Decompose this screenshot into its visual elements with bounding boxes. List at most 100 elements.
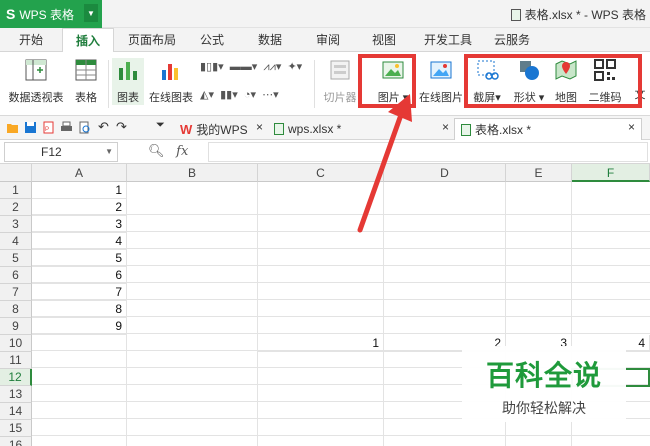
- doc-tab-wps-xlsx[interactable]: wps.xlsx *: [268, 118, 347, 140]
- table-label: 表格: [75, 92, 97, 104]
- pivot-table-label: 数据透视表: [8, 92, 64, 104]
- name-box[interactable]: F12 ▼: [4, 142, 118, 162]
- row-header[interactable]: 13: [0, 386, 32, 403]
- table-icon: [75, 59, 97, 81]
- cell-a6[interactable]: 6: [32, 267, 127, 284]
- doc-tab-my-wps[interactable]: W 我的WPS: [174, 118, 254, 140]
- tab-insert[interactable]: 插入: [62, 28, 114, 53]
- ribbon-separator: [314, 60, 315, 108]
- gridline: [126, 182, 127, 446]
- online-chart-button[interactable]: 在线图表: [148, 58, 194, 105]
- open-folder-icon[interactable]: [6, 121, 19, 134]
- insert-tools-highlight-box: [464, 54, 642, 108]
- row-header[interactable]: 14: [0, 403, 32, 420]
- close-tab-icon[interactable]: ×: [628, 120, 635, 134]
- customize-toolbar-icon[interactable]: ⏷: [156, 119, 169, 132]
- chart-types-row-1[interactable]: ▮▯▮▾ ▬▬▾ ⩘⩘▾ ✦▾: [200, 60, 302, 74]
- gridline: [257, 182, 258, 446]
- cell-a8[interactable]: 8: [32, 301, 127, 318]
- app-name-label: WPS 表格: [19, 7, 75, 22]
- title-bar: S WPS 表格 ▼ 表格.xlsx * - WPS 表格: [0, 0, 650, 28]
- table-button[interactable]: 表格: [70, 58, 102, 105]
- close-tab-icon[interactable]: ×: [442, 120, 449, 134]
- redo-icon[interactable]: ↷: [116, 119, 129, 134]
- online-chart-label: 在线图表: [149, 92, 193, 104]
- select-all-corner[interactable]: [0, 164, 32, 182]
- print-preview-icon[interactable]: [78, 121, 91, 134]
- row-header[interactable]: 1: [0, 182, 32, 199]
- doc-tab-label: 我的WPS: [196, 122, 248, 137]
- chart-label: 图表: [117, 92, 139, 104]
- doc-tab-table-xlsx[interactable]: 表格.xlsx *: [454, 118, 642, 140]
- watermark-main-text: 百科全说: [485, 360, 602, 391]
- formula-input[interactable]: [208, 142, 648, 162]
- tab-cloud-services[interactable]: 云服务: [486, 28, 538, 52]
- wps-w-icon: W: [180, 121, 193, 137]
- chart-types-row-2[interactable]: ◭▾ ▮▮▾ ◔▾ ⋯▾: [200, 88, 279, 101]
- save-icon[interactable]: [24, 121, 37, 134]
- row-header[interactable]: 3: [0, 216, 32, 233]
- export-pdf-icon[interactable]: P: [42, 121, 55, 134]
- close-tab-icon[interactable]: ×: [256, 120, 263, 134]
- watermark-logo: 百科全说 助你轻松解决: [462, 346, 626, 422]
- name-box-value: F12: [41, 145, 62, 159]
- ribbon-separator: [108, 60, 109, 108]
- window-title: 表格.xlsx * - WPS 表格: [510, 6, 646, 23]
- chevron-down-icon[interactable]: ▼: [84, 4, 98, 22]
- quick-access-toolbar: P ↶ ↷ ⏷ W 我的WPS × wps.xlsx * × 表格.xlsx *…: [0, 116, 650, 140]
- spreadsheet-file-icon: [274, 123, 284, 135]
- fx-icon[interactable]: fx: [176, 144, 188, 159]
- row-header[interactable]: 15: [0, 420, 32, 437]
- svg-text:P: P: [45, 127, 49, 133]
- wps-app-menu-button[interactable]: S WPS 表格 ▼: [0, 0, 102, 28]
- tab-review[interactable]: 审阅: [306, 28, 350, 52]
- tab-home[interactable]: 开始: [6, 28, 56, 52]
- cell-a4[interactable]: 4: [32, 233, 127, 250]
- cell-a1[interactable]: 1: [32, 182, 127, 199]
- row-header[interactable]: 9: [0, 318, 32, 335]
- spreadsheet-file-icon: [510, 8, 521, 21]
- tab-formulas[interactable]: 公式: [190, 28, 234, 52]
- chevron-down-icon[interactable]: ▼: [105, 143, 113, 161]
- row-header[interactable]: 8: [0, 301, 32, 318]
- cell-a2[interactable]: 2: [32, 199, 127, 216]
- tab-page-layout[interactable]: 页面布局: [120, 28, 184, 52]
- cell-a9[interactable]: 9: [32, 318, 127, 335]
- undo-icon[interactable]: ↶: [98, 119, 111, 134]
- tab-view[interactable]: 视图: [362, 28, 406, 52]
- online-picture-button[interactable]: 在线图片: [418, 58, 464, 105]
- pivot-table-button[interactable]: 数据透视表: [6, 58, 66, 105]
- tab-data[interactable]: 数据: [248, 28, 292, 52]
- online-chart-icon: [162, 64, 178, 80]
- row-header[interactable]: 6: [0, 267, 32, 284]
- cell-c10[interactable]: 1: [258, 335, 384, 352]
- menu-bar: 开始 插入 页面布局 公式 数据 审阅 视图 开发工具 云服务: [0, 28, 650, 53]
- spreadsheet-file-icon: [461, 123, 471, 136]
- chart-icon: [119, 62, 137, 80]
- cell-a7[interactable]: 7: [32, 284, 127, 301]
- row-header[interactable]: 16: [0, 437, 32, 446]
- red-arrow-annotation: [357, 94, 412, 233]
- column-header-a[interactable]: A: [32, 164, 127, 182]
- row-header[interactable]: 11: [0, 352, 32, 369]
- cell-a5[interactable]: 5: [32, 250, 127, 267]
- print-icon[interactable]: [60, 121, 73, 134]
- chart-button[interactable]: 图表: [112, 58, 144, 105]
- column-header-e[interactable]: E: [506, 164, 572, 182]
- cell-a3[interactable]: 3: [32, 216, 127, 233]
- zoom-search-icon[interactable]: 🔍︎: [148, 143, 165, 158]
- column-header-f[interactable]: F: [572, 164, 650, 182]
- online-picture-icon: [430, 61, 452, 79]
- doc-tab-label: 表格.xlsx *: [475, 123, 532, 137]
- row-header[interactable]: 4: [0, 233, 32, 250]
- row-header-selected[interactable]: 12: [0, 369, 32, 386]
- row-header[interactable]: 5: [0, 250, 32, 267]
- slicer-icon: [330, 60, 350, 80]
- tab-developer[interactable]: 开发工具: [418, 28, 478, 52]
- watermark-sub-text: 助你轻松解决: [502, 400, 586, 416]
- row-header[interactable]: 10: [0, 335, 32, 352]
- wps-logo-icon: S: [6, 6, 16, 22]
- row-header[interactable]: 2: [0, 199, 32, 216]
- column-header-b[interactable]: B: [127, 164, 258, 182]
- row-header[interactable]: 7: [0, 284, 32, 301]
